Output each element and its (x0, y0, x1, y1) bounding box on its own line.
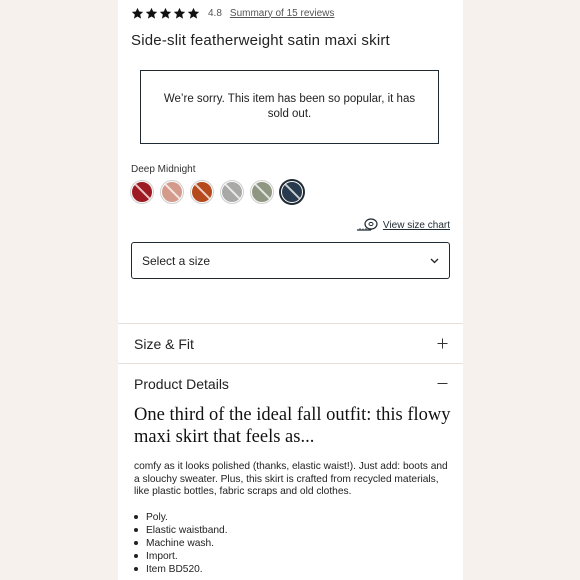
divider (118, 363, 463, 364)
size-chart-link-row[interactable]: View size chart (356, 218, 450, 232)
details-bullet-list: Poly. Elastic waistband. Machine wash. I… (134, 511, 228, 576)
color-swatch-blush[interactable] (161, 181, 183, 203)
color-swatches (131, 181, 303, 203)
color-swatch-sage[interactable] (251, 181, 273, 203)
size-select-value: Select a size (142, 253, 211, 268)
selected-color-label: Deep Midnight (131, 164, 196, 175)
list-item: Item BD520. (134, 563, 228, 576)
chevron-down-icon (430, 258, 439, 263)
rating-row: 4.8 Summary of 15 reviews (131, 4, 334, 22)
details-body: comfy as it looks polished (thanks, elas… (134, 461, 448, 497)
list-item: Machine wash. (134, 537, 228, 550)
view-size-chart-link[interactable]: View size chart (383, 220, 450, 231)
star-icon (187, 7, 200, 19)
star-icon (145, 7, 158, 19)
details-heading: One third of the ideal fall outfit: this… (134, 405, 451, 447)
star-icon (131, 7, 144, 19)
list-item: Elastic waistband. (134, 524, 228, 537)
color-swatch-deep-midnight[interactable] (281, 181, 303, 203)
color-swatch-red[interactable] (131, 181, 153, 203)
color-swatch-rust[interactable] (191, 181, 213, 203)
soldout-message: We’re sorry. This item has been so popul… (163, 93, 416, 120)
color-swatch-silver[interactable] (221, 181, 243, 203)
product-title: Side-slit featherweight satin maxi skirt (131, 32, 390, 49)
plus-icon[interactable] (437, 338, 448, 349)
accordion-size-fit[interactable]: Size & Fit (134, 336, 194, 352)
reviews-summary-link[interactable]: Summary of 15 reviews (230, 8, 334, 19)
star-icon (173, 7, 186, 19)
minus-icon[interactable] (437, 378, 448, 389)
star-rating (131, 7, 200, 20)
divider (118, 323, 463, 324)
size-select[interactable]: Select a size (131, 242, 450, 279)
list-item: Import. (134, 550, 228, 563)
accordion-product-details[interactable]: Product Details (134, 376, 229, 392)
list-item: Poly. (134, 511, 228, 524)
soldout-notice: We’re sorry. This item has been so popul… (140, 70, 439, 144)
rating-value: 4.8 (208, 7, 222, 19)
star-icon (159, 7, 172, 19)
measuring-tape-icon (356, 218, 378, 231)
